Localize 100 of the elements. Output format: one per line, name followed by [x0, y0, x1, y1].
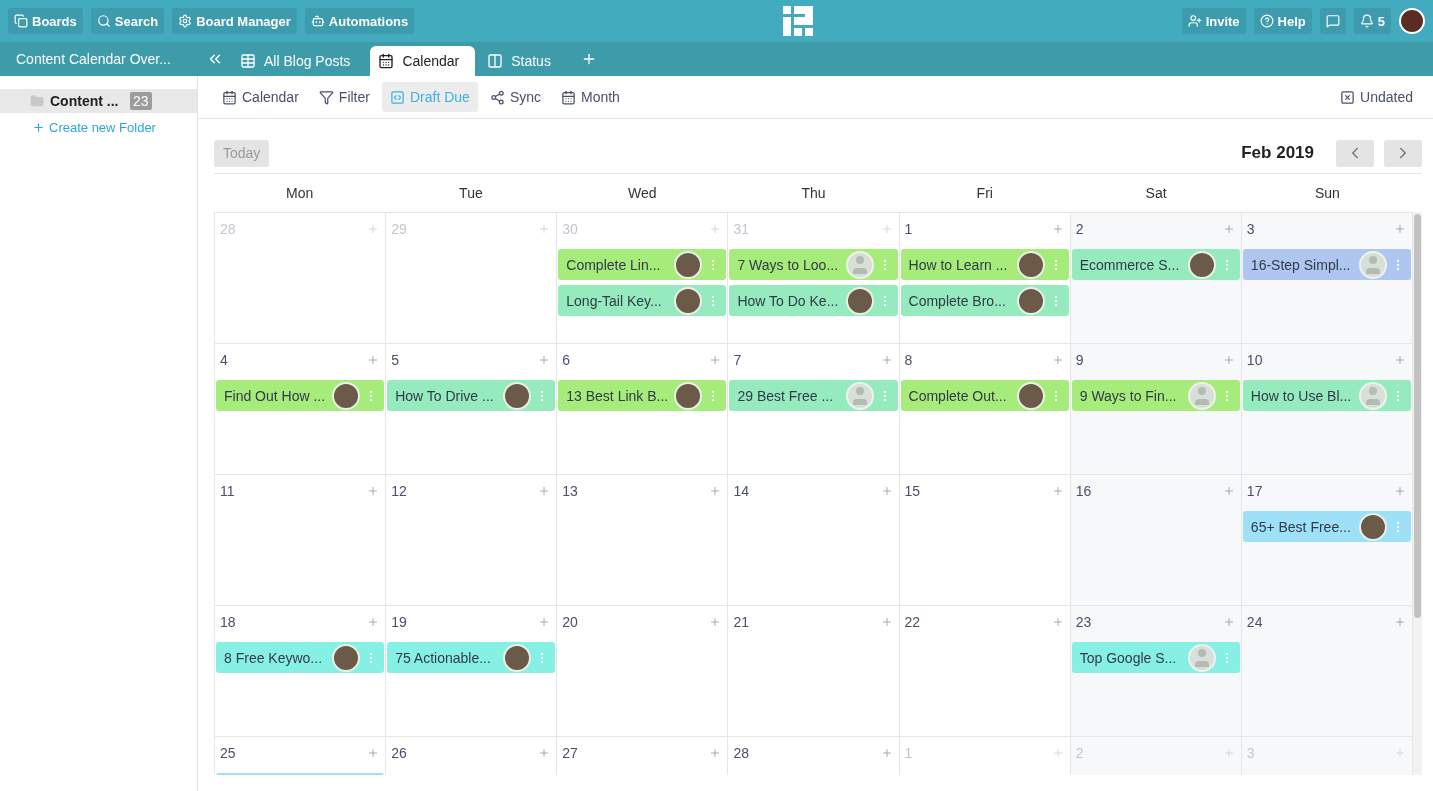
event-card[interactable]: Ecommerce S... — [1071, 249, 1240, 280]
event-card[interactable]: Find Out How ... — [216, 380, 385, 411]
avatar-photo-placeholder — [1016, 381, 1045, 410]
add-button[interactable] — [1394, 615, 1406, 628]
day-number: 6 — [562, 351, 571, 368]
add-button[interactable] — [367, 353, 380, 366]
add-button[interactable] — [1051, 484, 1064, 497]
user-avatar[interactable] — [1399, 8, 1425, 34]
add-button[interactable] — [880, 484, 893, 497]
add-button[interactable] — [367, 615, 380, 628]
event-card[interactable]: 75 Actionable... — [387, 642, 556, 673]
add-button[interactable] — [538, 746, 551, 759]
event-title: 29 Best Free ... — [737, 387, 835, 404]
add-button[interactable] — [538, 222, 551, 235]
add-button[interactable] — [367, 484, 380, 497]
month-title: Feb 2019 — [1241, 143, 1314, 163]
undated-button[interactable]: Undated — [1332, 82, 1421, 112]
add-button[interactable] — [709, 222, 722, 235]
event-card[interactable]: How To Drive ... — [387, 380, 556, 411]
plus-icon — [1222, 353, 1235, 366]
day-number: 24 — [1246, 613, 1263, 630]
event-title: Ecommerce S... — [1079, 256, 1181, 273]
event-card[interactable]: 29 Best Free ... — [729, 380, 898, 411]
add-button[interactable] — [880, 222, 893, 235]
folder-item[interactable]: Content ... 23 — [0, 89, 197, 113]
day-number: 31 — [733, 220, 749, 237]
add-button[interactable] — [1394, 484, 1406, 497]
day-number: 30 — [562, 220, 578, 237]
toolbar-button[interactable]: Calendar — [214, 82, 307, 112]
avatar-photo-placeholder — [674, 250, 703, 279]
default-avatar-icon — [1359, 381, 1387, 410]
previous-button[interactable] — [1336, 139, 1374, 167]
add-button[interactable] — [1222, 484, 1235, 497]
plus-icon — [538, 353, 551, 366]
event-card[interactable]: Long-Tail Key... — [558, 285, 727, 316]
chat-button[interactable] — [1319, 8, 1346, 34]
event-card[interactable]: Complete Bro... — [900, 285, 1069, 316]
add-button[interactable] — [1051, 746, 1064, 759]
plus-icon — [367, 222, 380, 235]
add-button[interactable] — [1051, 353, 1064, 366]
code-icon — [389, 89, 405, 105]
plus-icon — [880, 353, 893, 366]
add-button[interactable] — [538, 353, 551, 366]
add-button[interactable] — [1222, 353, 1235, 366]
day-number: 23 — [1075, 613, 1092, 630]
calendar-icon — [378, 53, 395, 69]
add-button[interactable] — [1394, 222, 1406, 235]
add-button[interactable] — [709, 746, 722, 759]
plus-icon — [1394, 222, 1406, 235]
add-button[interactable] — [1222, 222, 1235, 235]
add-button[interactable] — [880, 746, 893, 759]
weekday-label: Sat — [1144, 184, 1168, 203]
event-card[interactable]: 16-Step Simpl... — [1242, 249, 1411, 280]
plus-icon — [1051, 615, 1064, 628]
event-card[interactable]: 9 Ways to Fin... — [1071, 380, 1240, 411]
event-card[interactable]: 7 Ways to Loo... — [729, 249, 898, 280]
event-card[interactable]: Top Google S... — [1071, 642, 1240, 673]
add-button[interactable] — [880, 615, 893, 628]
event-card[interactable]: Complete Out... — [900, 380, 1069, 411]
add-button[interactable] — [1051, 615, 1064, 628]
add-button[interactable] — [709, 615, 722, 628]
add-button[interactable] — [1394, 746, 1406, 759]
add-button[interactable] — [367, 746, 380, 759]
day-number: 7 — [733, 351, 742, 368]
day-number: 19 — [391, 613, 407, 630]
event-card[interactable]: Complete Lin... — [558, 249, 727, 280]
avatar-photo-placeholder — [845, 286, 874, 315]
toolbar-button[interactable]: Sync — [481, 82, 549, 112]
avatar-photo-placeholder — [1187, 250, 1216, 279]
avatar-photo-placeholder — [332, 643, 361, 672]
event-card[interactable]: 13 Best Link B... — [558, 380, 727, 411]
add-button[interactable] — [709, 353, 722, 366]
view-tab[interactable]: Calendar — [370, 46, 476, 76]
toolbar-button[interactable]: Month — [553, 82, 628, 112]
event-card[interactable]: How to Use Bl... — [1242, 380, 1411, 411]
event-title: Top Google S... — [1079, 649, 1178, 666]
scrollbar[interactable] — [1413, 212, 1422, 775]
day-number: 21 — [733, 613, 749, 630]
add-button[interactable] — [1222, 746, 1235, 759]
add-button[interactable] — [709, 484, 722, 497]
toolbar-button[interactable]: Filter — [310, 82, 378, 112]
add-button[interactable] — [1051, 222, 1064, 235]
event-card[interactable]: How To Do Ke... — [729, 285, 898, 316]
add-button[interactable] — [880, 353, 893, 366]
add-button[interactable] — [538, 615, 551, 628]
weekday-label: Wed — [626, 184, 658, 203]
add-button[interactable] — [367, 222, 380, 235]
next-button[interactable] — [1384, 139, 1422, 167]
event-card[interactable]: 65+ Best Free... — [1242, 511, 1411, 542]
add-button[interactable] — [538, 484, 551, 497]
calendar-icon — [222, 89, 237, 105]
event-card[interactable]: How to Learn ... — [900, 249, 1069, 280]
weekday-label: Mon — [285, 184, 315, 203]
square-x-icon — [1340, 89, 1356, 105]
weekday-label: Thu — [800, 184, 827, 203]
default-avatar-icon — [1187, 643, 1216, 672]
add-button[interactable] — [1222, 615, 1235, 628]
event-card[interactable]: 8 Free Keywo... — [216, 642, 385, 673]
add-button[interactable] — [1394, 353, 1406, 366]
day-number: 8 — [904, 351, 913, 368]
